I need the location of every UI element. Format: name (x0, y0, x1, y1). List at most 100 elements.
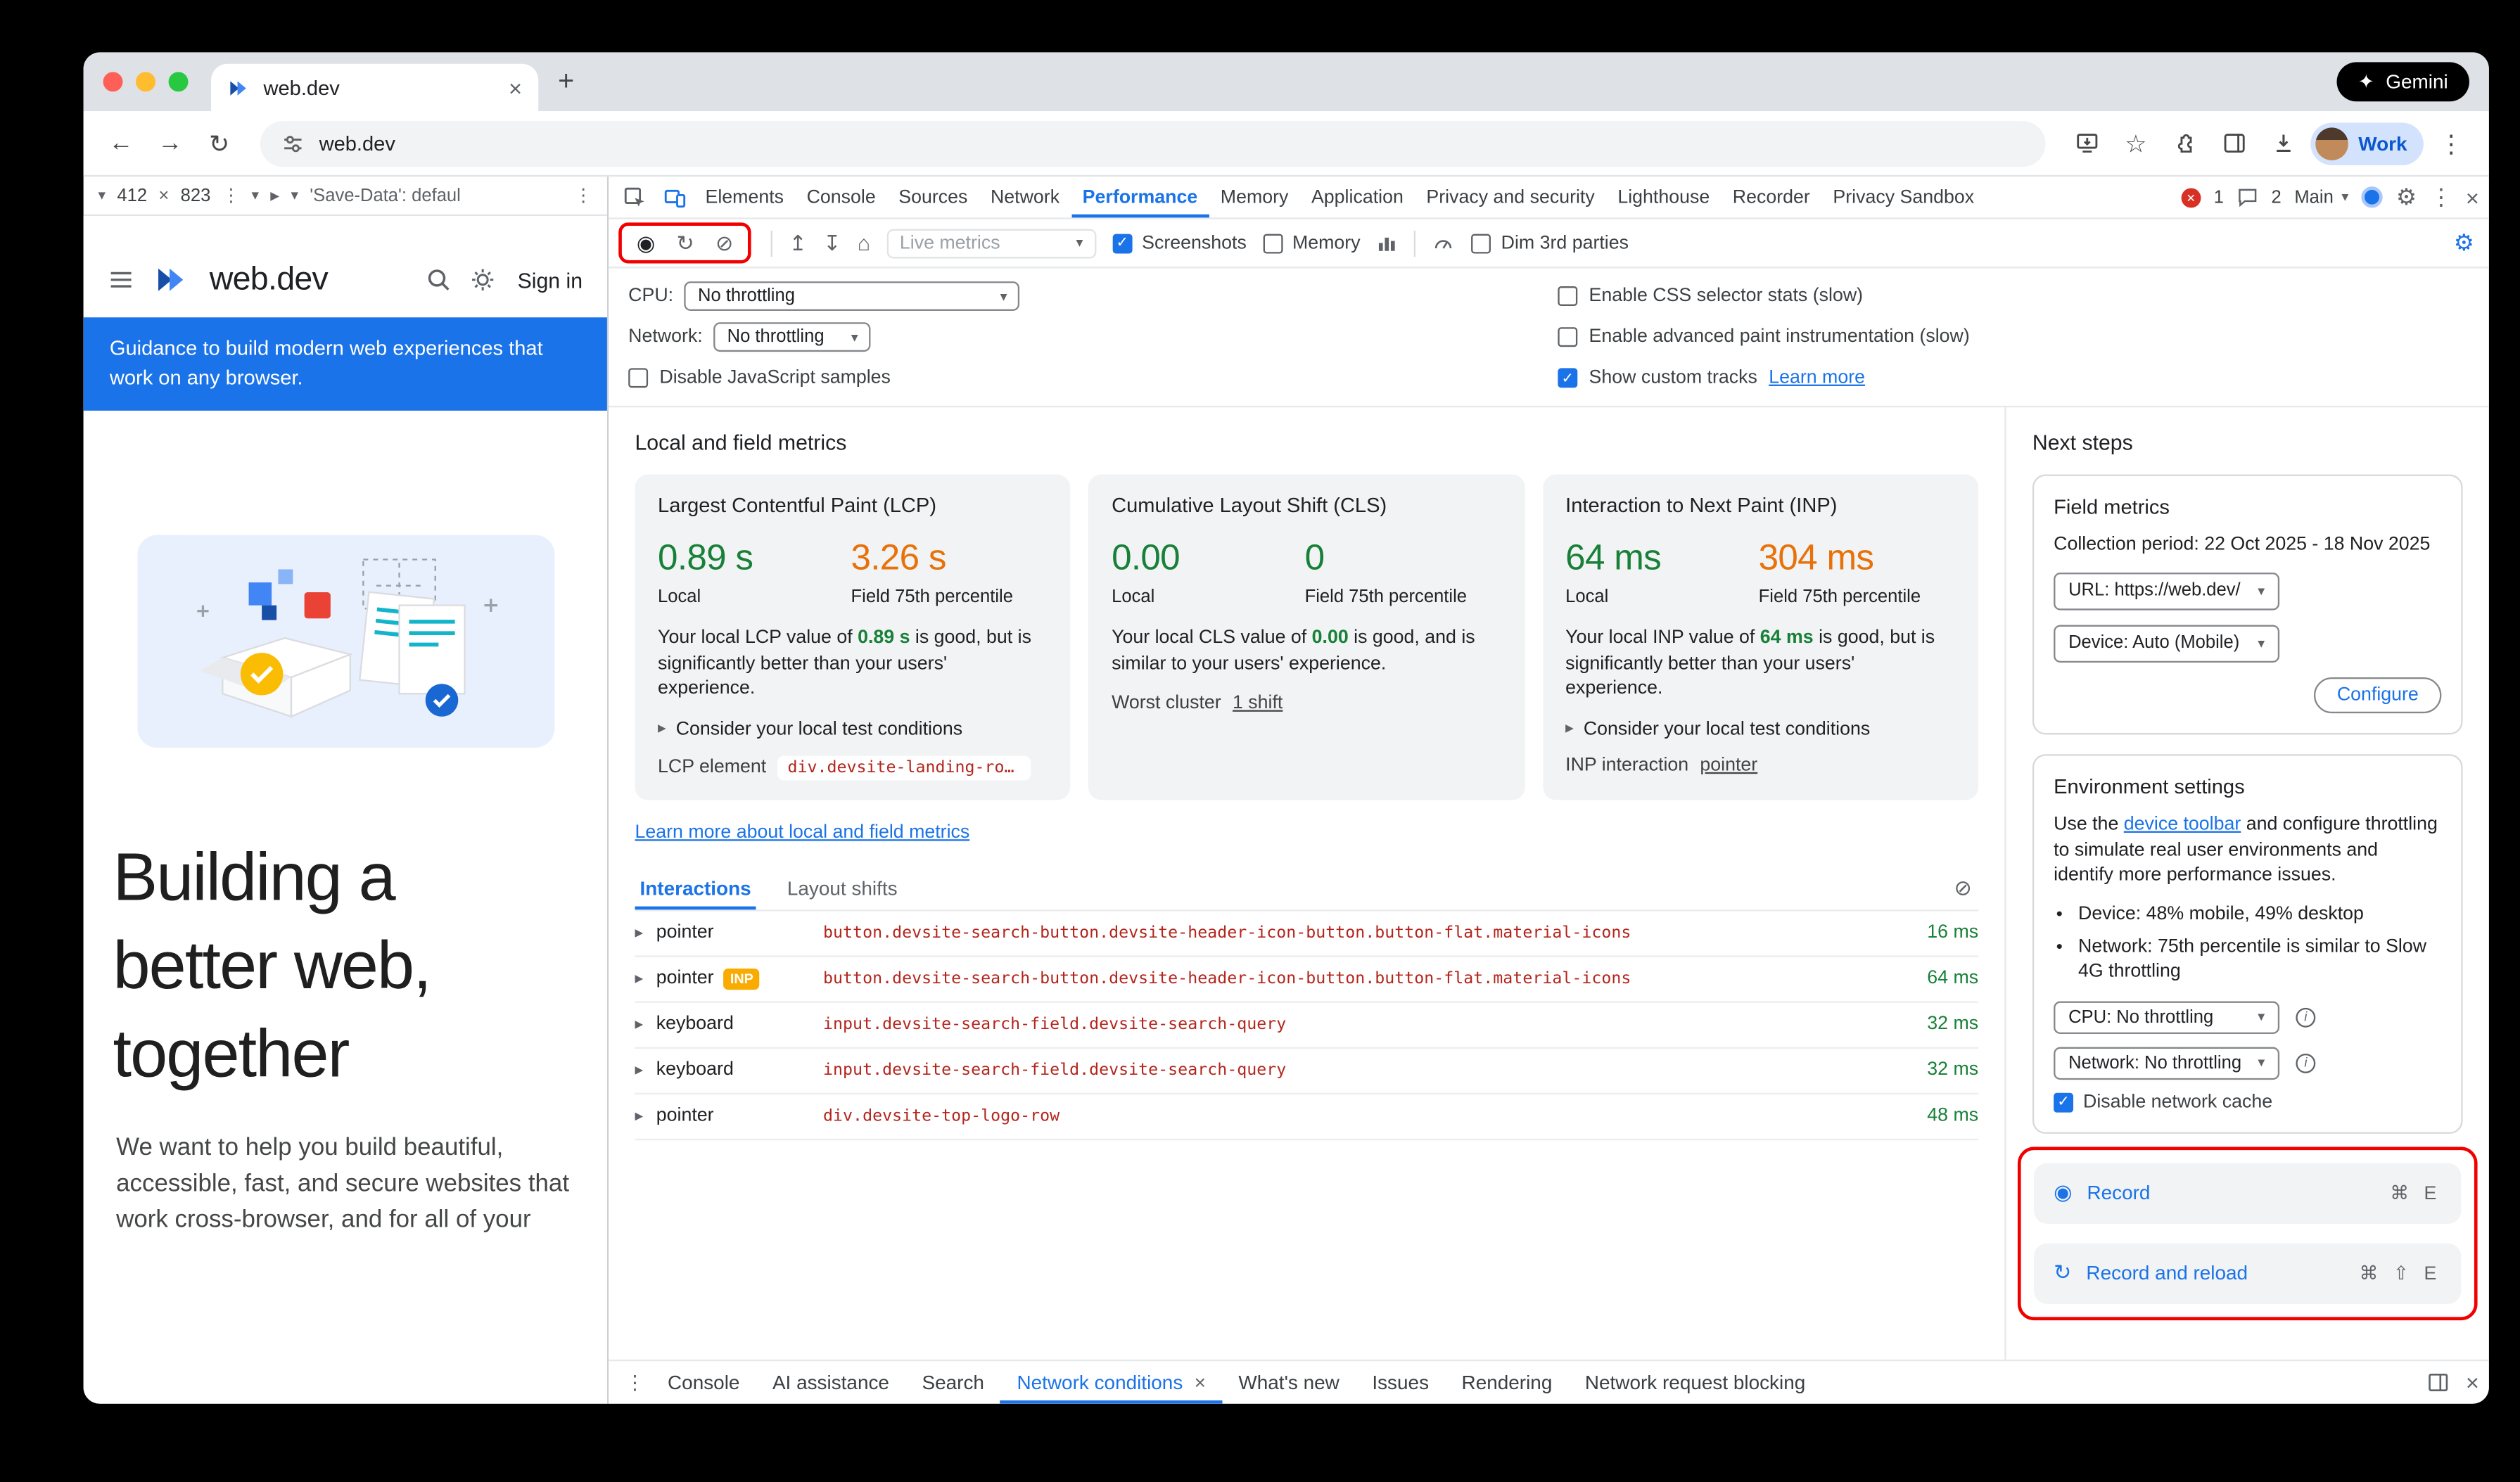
checkbox-unchecked[interactable] (1472, 233, 1491, 253)
downloads-icon[interactable] (2262, 122, 2304, 164)
throttle-select[interactable]: 'Save-Data': defaul (310, 186, 461, 205)
interaction-target-link[interactable]: div.devsite-top-logo-row (823, 1107, 1881, 1125)
device-toolbar-icon[interactable] (654, 186, 694, 209)
profile-chip[interactable]: Work (2311, 122, 2424, 164)
gauge-icon[interactable] (1432, 232, 1456, 253)
interaction-row[interactable]: ▸ pointer button.devsite-search-button.d… (635, 910, 1978, 956)
record-reload-icon[interactable]: ↻ (676, 232, 694, 253)
drawer-tab-network-request-blocking[interactable]: Network request blocking (1569, 1361, 1822, 1403)
field-device-select[interactable]: Device: Auto (Mobile) ▾ (2054, 625, 2279, 663)
side-panel-icon[interactable] (2213, 122, 2255, 164)
bookmark-star-icon[interactable]: ☆ (2115, 122, 2157, 164)
checkbox-unchecked[interactable] (1558, 327, 1577, 347)
tab-privacy-sandbox[interactable]: Privacy Sandbox (1821, 177, 1985, 217)
new-tab-button[interactable]: + (558, 65, 574, 98)
browser-menu-icon[interactable]: ⋮ (2430, 122, 2472, 164)
device-select-icon[interactable]: ▾ (98, 186, 106, 205)
interaction-row[interactable]: ▸ keyboard input.devsite-search-field.de… (635, 1048, 1978, 1094)
error-badge-icon[interactable]: × (2181, 187, 2201, 207)
drawer-tab-whats-new[interactable]: What's new (1222, 1361, 1356, 1403)
execution-context-select[interactable]: Main ▾ (2294, 187, 2348, 207)
drawer-tab-close-icon[interactable]: × (1195, 1371, 1206, 1394)
sign-in-button[interactable]: Sign in (518, 267, 583, 292)
devtools-settings-gear-icon[interactable]: ⚙ (2396, 184, 2417, 212)
extensions-puzzle-icon[interactable] (2163, 122, 2206, 164)
capture-settings-gear-icon[interactable]: ⚙ (2454, 229, 2474, 257)
disable-js-samples-checkbox[interactable]: Disable JavaScript samples (628, 362, 1070, 395)
env-cpu-select[interactable]: CPU: No throttling ▾ (2054, 1000, 2279, 1033)
custom-tracks-learn-more-link[interactable]: Learn more (1769, 368, 1865, 388)
checkbox-unchecked[interactable] (1263, 233, 1283, 253)
record-button[interactable]: ◉ Record ⌘ E (2034, 1163, 2461, 1223)
search-icon[interactable] (426, 267, 452, 293)
zoom-chevron-icon[interactable]: ▾ (251, 186, 259, 205)
tab-privacy-security[interactable]: Privacy and security (1415, 177, 1606, 217)
caret-right-icon[interactable]: ▸ (635, 1061, 643, 1079)
interaction-target-link[interactable]: button.devsite-search-button.devsite-hea… (823, 924, 1881, 942)
error-count[interactable]: 1 (2214, 187, 2224, 207)
address-bar[interactable]: web.dev (260, 120, 2046, 166)
caret-right-icon[interactable]: ▸ (635, 1015, 643, 1033)
info-icon[interactable]: i (2296, 1053, 2315, 1073)
interaction-target-link[interactable]: input.devsite-search-field.devsite-searc… (823, 1015, 1881, 1033)
checkbox-checked[interactable]: ✓ (1112, 233, 1132, 253)
inp-consider-disclosure[interactable]: ▸ Consider your local test conditions (1565, 719, 1955, 739)
tab-interactions[interactable]: Interactions (635, 867, 756, 909)
drawer-menu-icon[interactable]: ⋮ (618, 1371, 651, 1394)
field-url-select[interactable]: URL: https://web.dev/ ▾ (2054, 573, 2279, 610)
interaction-row[interactable]: ▸ pointer INP button.devsite-search-butt… (635, 957, 1978, 1002)
history-select[interactable]: Live metrics ▾ (886, 228, 1096, 257)
load-profile-icon[interactable]: ↥ (789, 232, 806, 253)
caret-right-icon[interactable]: ▸ (635, 969, 643, 988)
save-profile-icon[interactable]: ↧ (823, 232, 841, 253)
devtools-close-icon[interactable]: × (2466, 184, 2479, 210)
theme-toggle-sun-icon[interactable] (470, 267, 496, 293)
site-brand[interactable]: web.dev (210, 261, 328, 298)
tab-lighthouse[interactable]: Lighthouse (1606, 177, 1721, 217)
drawer-tab-console[interactable]: Console (651, 1361, 756, 1403)
tab-performance[interactable]: Performance (1071, 177, 1209, 217)
browser-tab[interactable]: web.dev × (211, 64, 538, 111)
tab-network[interactable]: Network (979, 177, 1071, 217)
viewport-width[interactable]: 412 (117, 186, 147, 205)
network-throttling-select[interactable]: No throttling ▾ (714, 322, 871, 352)
record-icon[interactable]: ◉ (637, 232, 655, 253)
interaction-row[interactable]: ▸ keyboard input.devsite-search-field.de… (635, 1002, 1978, 1048)
screenshots-checkbox[interactable]: ✓ Screenshots (1112, 233, 1247, 253)
window-close-button[interactable] (103, 72, 123, 91)
emulation-menu-icon[interactable]: ⋮ (574, 185, 592, 206)
install-pwa-icon[interactable] (2066, 122, 2108, 164)
checkbox-checked[interactable]: ✓ (2054, 1092, 2073, 1112)
gemini-button[interactable]: ✦ Gemini (2336, 62, 2469, 101)
clear-log-icon[interactable]: ⊘ (1954, 874, 1978, 900)
drawer-tab-issues[interactable]: Issues (1356, 1361, 1445, 1403)
window-minimize-button[interactable] (136, 72, 155, 91)
checkbox-unchecked[interactable] (1558, 286, 1577, 306)
configure-button[interactable]: Configure (2314, 677, 2441, 713)
paint-instrumentation-checkbox[interactable]: Enable advanced paint instrumentation (s… (1558, 321, 1969, 354)
checkbox-unchecked[interactable] (628, 368, 648, 388)
tab-console[interactable]: Console (795, 177, 887, 217)
checkbox-checked[interactable]: ✓ (1558, 368, 1577, 388)
clear-icon[interactable]: ⊘ (715, 232, 733, 253)
tab-sources[interactable]: Sources (887, 177, 979, 217)
lcp-consider-disclosure[interactable]: ▸ Consider your local test conditions (658, 719, 1048, 739)
tab-application[interactable]: Application (1300, 177, 1415, 217)
tab-close-icon[interactable]: × (509, 76, 522, 99)
interaction-target-link[interactable]: input.devsite-search-field.devsite-searc… (823, 1061, 1881, 1079)
drawer-tab-search[interactable]: Search (905, 1361, 1000, 1403)
throttle-chevron-icon[interactable]: ▾ (291, 186, 298, 205)
css-selector-stats-checkbox[interactable]: Enable CSS selector stats (slow) (1558, 280, 1969, 313)
memory-checkbox[interactable]: Memory (1263, 233, 1360, 253)
inspect-element-icon[interactable] (616, 186, 655, 209)
tab-layout-shifts[interactable]: Layout shifts (782, 867, 903, 909)
inp-interaction-link[interactable]: pointer (1700, 755, 1757, 774)
tab-elements[interactable]: Elements (694, 177, 795, 217)
rotate-icon[interactable]: ▸ (270, 185, 279, 206)
issues-count[interactable]: 2 (2271, 187, 2281, 207)
hamburger-menu-icon[interactable] (108, 267, 134, 293)
interaction-row[interactable]: ▸ pointer div.devsite-top-logo-row 48 ms (635, 1094, 1978, 1139)
issues-bubble-icon[interactable] (2237, 186, 2258, 207)
tab-memory[interactable]: Memory (1209, 177, 1300, 217)
site-settings-icon[interactable] (281, 132, 305, 155)
